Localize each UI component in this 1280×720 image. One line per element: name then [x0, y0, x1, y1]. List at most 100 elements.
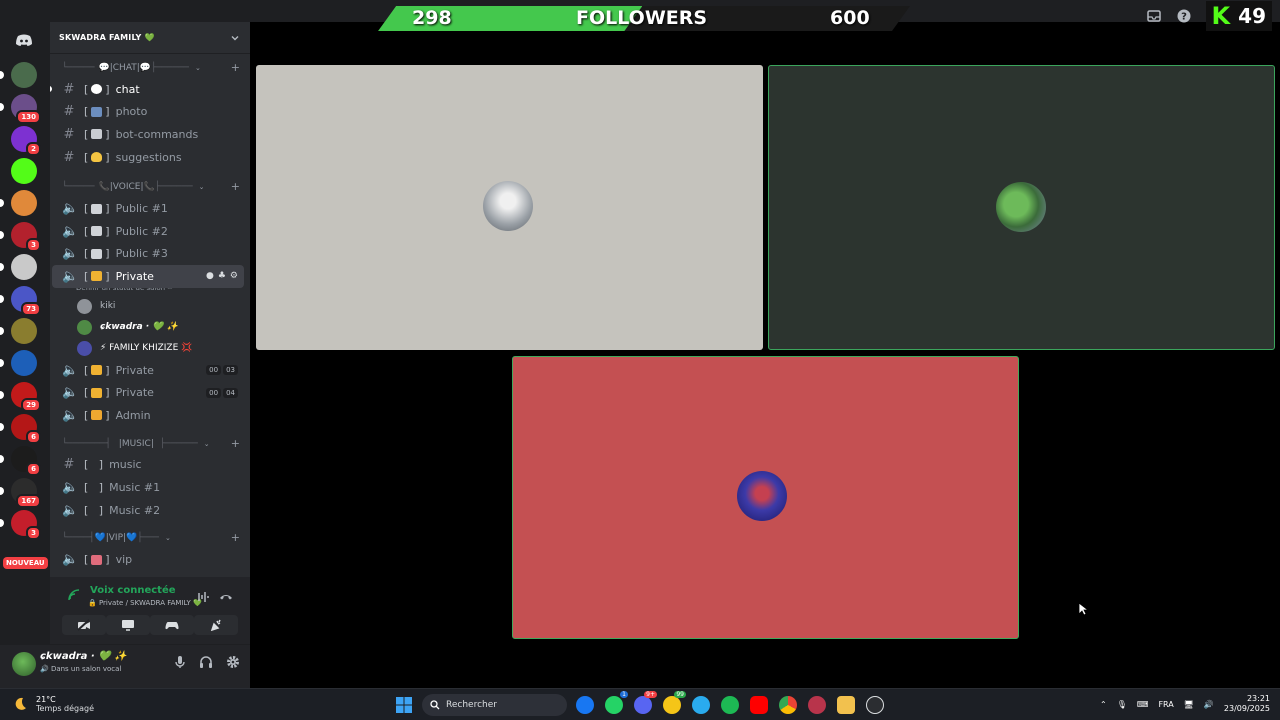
telegram-icon[interactable]	[692, 696, 710, 714]
voice-channel-admin[interactable]: 🔈 [] Admin	[52, 404, 244, 427]
category-vip[interactable]: └────┤ 💙 |VIP| 💙 ├─── ⌄ +	[50, 528, 250, 548]
unread-indicator	[0, 455, 4, 463]
speaker-icon: 🔈	[62, 479, 79, 495]
server-icon[interactable]	[11, 158, 37, 184]
voice-user-2[interactable]: ɕkwadra · 💚 ✨	[50, 317, 250, 338]
gear-icon[interactable]: ⚙	[230, 271, 238, 281]
voice-channel-private-active[interactable]: 🔈 [] Private ● ♣ ⚙	[52, 265, 244, 288]
activities-button[interactable]	[150, 615, 194, 635]
chat-bubble-icon: 💬	[139, 63, 152, 73]
chrome-icon[interactable]	[779, 696, 797, 714]
gear-icon[interactable]	[226, 655, 240, 669]
avatar[interactable]	[12, 652, 36, 676]
network-icon[interactable]: 🖥	[1184, 700, 1194, 709]
add-channel-icon[interactable]: +	[231, 61, 240, 74]
server-icon[interactable]	[0, 190, 37, 216]
server-header[interactable]: SKWADRA FAMILY 💚	[50, 22, 250, 54]
youtube-icon[interactable]	[750, 696, 768, 714]
discord-icon[interactable]: 9+	[634, 691, 657, 714]
file-explorer-icon[interactable]	[837, 696, 855, 714]
user-name[interactable]: ɕkwadra · 💚 ✨	[40, 651, 127, 662]
voice-status-channel[interactable]: 🔒 Private / SKWADRA FAMILY 💚	[88, 599, 202, 607]
avatar	[77, 340, 92, 356]
noise-suppression-icon[interactable]	[195, 591, 209, 603]
channel-suggestions[interactable]: # [] suggestions	[52, 146, 244, 169]
help-icon[interactable]: ?	[1176, 8, 1192, 24]
voice-channel-private-2[interactable]: 🔈 [] Private 00 03	[52, 359, 244, 382]
server-icon[interactable]	[0, 254, 37, 280]
add-channel-icon[interactable]: +	[231, 180, 240, 193]
server-icon[interactable]: 2	[11, 126, 41, 156]
microphone-icon[interactable]: 🎙	[1117, 700, 1127, 709]
server-icon[interactable]	[0, 62, 37, 88]
recording-app-icon[interactable]	[808, 696, 826, 714]
video-tile-khizize[interactable]	[512, 356, 1019, 639]
spotify-icon[interactable]	[721, 696, 739, 714]
server-avatar	[11, 62, 37, 88]
microphone-icon[interactable]	[174, 655, 186, 669]
disconnect-icon[interactable]	[219, 591, 233, 603]
channel-photo[interactable]: # [] photo	[52, 101, 244, 124]
inbox-icon[interactable]	[1146, 8, 1162, 24]
server-icon[interactable]: 167	[0, 478, 41, 508]
add-channel-icon[interactable]: +	[231, 437, 240, 450]
followers-current: 298	[412, 7, 452, 29]
loudspeaker-icon	[91, 203, 103, 214]
taskbar-search[interactable]: Rechercher	[422, 694, 567, 716]
video-tile-kiki[interactable]	[256, 65, 763, 350]
norton-icon[interactable]: 99	[663, 691, 686, 714]
server-icon[interactable]: 3	[0, 510, 41, 540]
server-icon[interactable]: 6	[0, 446, 41, 476]
lock-icon	[91, 271, 103, 282]
server-icon[interactable]: 130	[0, 94, 41, 124]
channel-bot-commands[interactable]: # [] bot-commands	[52, 123, 244, 146]
language-indicator[interactable]: FRA	[1158, 700, 1173, 709]
discord-badge: 9+	[644, 691, 657, 698]
soundboard-button[interactable]	[194, 615, 238, 635]
add-member-icon[interactable]: ♣	[218, 271, 226, 281]
category-chat[interactable]: └───── 💬 |CHAT| 💬 ├────── ⌄ +	[50, 58, 250, 78]
video-tile-skwadra[interactable]	[768, 65, 1275, 350]
discord-home-icon[interactable]	[11, 28, 37, 54]
server-icon[interactable]: 73	[0, 286, 41, 316]
volume-icon[interactable]: 🔊	[1204, 700, 1214, 709]
add-channel-icon[interactable]: +	[231, 531, 240, 544]
category-voice[interactable]: └───── 📞 |VOICE| 📞 ├────── ⌄ +	[50, 177, 250, 197]
server-icon[interactable]: 6	[0, 414, 41, 444]
mouse-cursor-icon	[1078, 602, 1088, 616]
voice-channel-private-3[interactable]: 🔈 [] Private 00 04	[52, 381, 244, 404]
server-icon[interactable]: 3	[0, 222, 41, 252]
speedometer-icon[interactable]	[866, 696, 884, 714]
screen-share-button[interactable]	[106, 615, 150, 635]
windows-start-icon[interactable]	[396, 697, 412, 713]
category-music[interactable]: └───────┤ |MUSIC| ├────── ⌄ +	[50, 434, 250, 454]
camera-off-icon	[77, 619, 90, 631]
voice-channel-public-1[interactable]: 🔈 [] Public #1	[52, 197, 244, 220]
facebook-icon[interactable]	[576, 696, 594, 714]
clock[interactable]: 23:21 23/09/2025	[1224, 694, 1270, 714]
whatsapp-icon[interactable]: 1	[605, 691, 628, 714]
user-limit: 03	[223, 365, 238, 376]
channel-music[interactable]: # [ ] music	[52, 454, 244, 477]
voice-channel-public-2[interactable]: 🔈 [] Public #2	[52, 220, 244, 243]
followers-goal: 600	[830, 7, 870, 29]
camera-button[interactable]	[62, 615, 106, 635]
voice-channel-music-1[interactable]: 🔈 [ ] Music #1	[52, 476, 244, 499]
server-icon[interactable]	[0, 318, 37, 344]
voice-user-3[interactable]: ⚡ FAMILY KHIZIZE 💢	[50, 338, 250, 359]
voice-user-1[interactable]: kiki	[50, 296, 250, 317]
voice-status-title[interactable]: Voix connectée	[90, 585, 176, 596]
channel-chat[interactable]: # [] chat	[50, 78, 244, 101]
keyboard-icon[interactable]: ⌨	[1137, 700, 1149, 709]
chevron-up-icon[interactable]: ⌃	[1100, 700, 1107, 709]
voice-channel-vip[interactable]: 🔈 [] vip	[52, 548, 244, 571]
server-icon[interactable]	[0, 350, 37, 376]
voice-channel-admin-label: Admin	[115, 408, 151, 422]
server-icon[interactable]: 29	[0, 382, 41, 412]
chat-icon[interactable]: ●	[206, 271, 214, 281]
voice-channel-public-3[interactable]: 🔈 [] Public #3	[52, 243, 244, 266]
weather-widget[interactable]: 21°C Temps dégagé	[12, 695, 94, 713]
voice-channel-music-2[interactable]: 🔈 [ ] Music #2	[52, 499, 244, 522]
unread-badge: 130	[16, 110, 41, 124]
headphones-icon[interactable]	[199, 655, 213, 669]
